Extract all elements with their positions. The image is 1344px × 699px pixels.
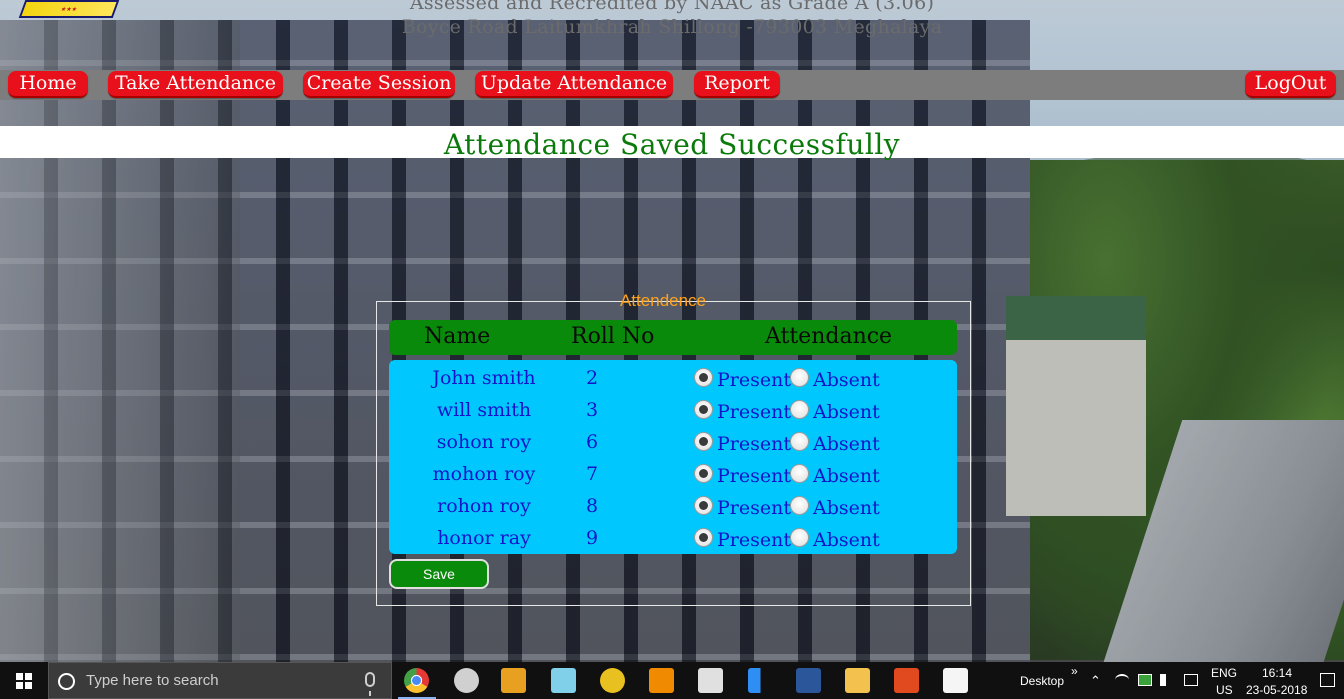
present-radio[interactable] <box>694 400 713 419</box>
student-name: will smith <box>436 399 532 421</box>
roll-number: 9 <box>585 527 599 549</box>
table-row: rohon roy 8 Present Absent <box>389 491 957 523</box>
document-icon[interactable] <box>943 668 968 693</box>
toolbar-expand-icon[interactable]: » <box>1071 664 1078 678</box>
start-button[interactable] <box>0 662 48 699</box>
nav-take-attendance-button[interactable]: Take Attendance <box>108 71 283 98</box>
battery-icon[interactable] <box>1184 674 1198 686</box>
nav-logout-button[interactable]: LogOut <box>1245 71 1336 98</box>
notepad-icon[interactable] <box>551 668 576 693</box>
present-label: Present <box>717 465 791 487</box>
table-row: sohon roy 6 Present Absent <box>389 427 957 459</box>
absent-radio[interactable] <box>790 528 809 547</box>
chrome-icon[interactable] <box>404 668 429 693</box>
nav-home-button[interactable]: Home <box>8 71 88 98</box>
absent-radio[interactable] <box>790 400 809 419</box>
roll-number: 2 <box>585 367 599 389</box>
battery-saver-icon[interactable] <box>1138 674 1152 686</box>
roll-number: 6 <box>585 431 599 453</box>
nav-update-attendance-button[interactable]: Update Attendance <box>475 71 673 98</box>
roll-number: 7 <box>585 463 599 485</box>
play-icon[interactable] <box>748 668 773 693</box>
present-radio[interactable] <box>694 464 713 483</box>
absent-label: Absent <box>813 497 880 519</box>
absent-radio[interactable] <box>790 464 809 483</box>
table-row: John smith 2 Present Absent <box>389 363 957 395</box>
absent-radio[interactable] <box>790 496 809 515</box>
chevron-up-icon[interactable]: ⌃ <box>1090 673 1101 689</box>
present-radio[interactable] <box>694 432 713 451</box>
absent-label: Absent <box>813 369 880 391</box>
student-name: honor ray <box>437 527 531 549</box>
calculator-icon[interactable] <box>698 668 723 693</box>
absent-label: Absent <box>813 433 880 455</box>
header-roll: Roll No <box>571 324 655 349</box>
clock-time[interactable]: 16:14 <box>1262 666 1292 680</box>
header-attendance: Attendance <box>765 324 893 349</box>
absent-radio[interactable] <box>790 432 809 451</box>
sublime-icon[interactable] <box>649 668 674 693</box>
paint-icon[interactable] <box>454 668 479 693</box>
presentation-icon[interactable] <box>894 668 919 693</box>
file-explorer-icon[interactable] <box>845 668 870 693</box>
notifications-icon[interactable] <box>1320 673 1335 687</box>
xampp-icon[interactable] <box>600 668 625 693</box>
roll-number: 8 <box>585 495 599 517</box>
present-label: Present <box>717 369 791 391</box>
clock-date[interactable]: 23-05-2018 <box>1246 683 1307 697</box>
student-name: sohon roy <box>436 431 532 453</box>
table-body: John smith 2 Present Absent will smith 3… <box>389 360 957 554</box>
nav-report-button[interactable]: Report <box>694 71 780 98</box>
absent-label: Absent <box>813 465 880 487</box>
present-label: Present <box>717 497 791 519</box>
table-header: Name Roll No Attendance <box>389 320 957 355</box>
volume-muted-icon[interactable] <box>1160 674 1174 686</box>
search-placeholder: Type here to search <box>86 672 219 689</box>
nav-create-session-button[interactable]: Create Session <box>303 71 455 98</box>
absent-label: Absent <box>813 401 880 423</box>
microphone-icon[interactable] <box>365 672 375 696</box>
address-text: Boyce Road Laitumkhrah Shillong -793003 … <box>401 16 943 38</box>
media-player-icon[interactable] <box>501 668 526 693</box>
student-name: mohon roy <box>432 463 536 485</box>
header-name: Name <box>424 324 491 349</box>
roll-number: 3 <box>585 399 599 421</box>
cortana-icon <box>58 673 75 690</box>
table-row: will smith 3 Present Absent <box>389 395 957 427</box>
table-row: mohon roy 7 Present Absent <box>389 459 957 491</box>
present-radio[interactable] <box>694 528 713 547</box>
windows-logo-icon <box>16 672 32 689</box>
present-label: Present <box>717 401 791 423</box>
present-label: Present <box>717 433 791 455</box>
present-radio[interactable] <box>694 368 713 387</box>
taskbar-search-box[interactable]: Type here to search <box>48 662 392 699</box>
save-button[interactable]: Save <box>389 559 489 589</box>
desktop-toolbar-label[interactable]: Desktop <box>1020 674 1064 688</box>
success-message: Attendance Saved Successfully <box>443 128 901 161</box>
student-name: rohon roy <box>437 495 531 517</box>
fieldset-legend: Attendence <box>620 291 707 310</box>
accreditation-text: Assessed and Recredited by NAAC as Grade… <box>409 0 935 14</box>
absent-radio[interactable] <box>790 368 809 387</box>
student-name: John smith <box>432 367 536 389</box>
windows-taskbar: Type here to search Desktop » ⌃ ENG US 1… <box>0 662 1344 699</box>
language-label[interactable]: ENG <box>1211 666 1237 680</box>
region-label[interactable]: US <box>1216 683 1233 697</box>
absent-label: Absent <box>813 529 880 551</box>
present-radio[interactable] <box>694 496 713 515</box>
table-row: honor ray 9 Present Absent <box>389 523 957 555</box>
word-icon[interactable] <box>796 668 821 693</box>
wifi-icon[interactable] <box>1115 674 1129 686</box>
present-label: Present <box>717 529 791 551</box>
